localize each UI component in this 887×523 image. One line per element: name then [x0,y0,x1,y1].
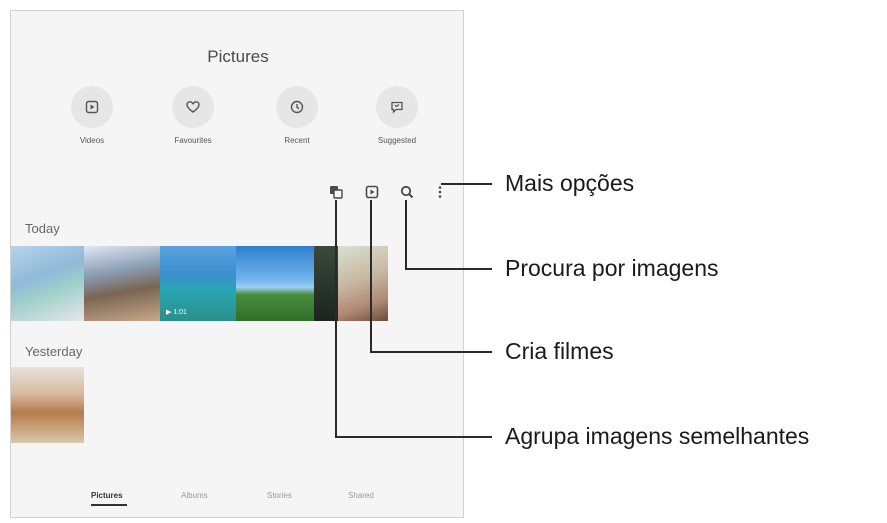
group-similar-icon[interactable] [327,183,345,201]
leader-line [335,200,337,438]
leader-line [335,436,492,438]
quick-recent-button[interactable]: Recent [259,86,335,145]
play-box-icon [71,86,113,128]
callout-group-similar: Agrupa imagens semelhantes [505,423,810,449]
callout-search: Procura por imagens [505,255,719,281]
video-thumbnail[interactable]: ▶ 1:01 [160,246,236,321]
tab-albums[interactable]: Albums [181,491,208,500]
gallery-screen: Pictures Videos Favourites Recent Sugges… [10,10,464,518]
quick-suggested-button[interactable]: Suggested [359,86,435,145]
leader-line [441,183,492,185]
callout-more-options: Mais opções [505,170,635,196]
quick-favourites-button[interactable]: Favourites [155,86,231,145]
clock-icon [276,86,318,128]
tab-shared[interactable]: Shared [348,491,374,500]
more-options-icon[interactable] [431,183,449,201]
photo-thumbnail[interactable] [11,367,84,443]
search-icon[interactable] [398,183,416,201]
create-movie-icon[interactable] [363,183,381,201]
heart-icon [172,86,214,128]
suggested-chat-icon [376,86,418,128]
quick-suggested-label: Suggested [377,136,417,145]
page-title: Pictures [207,47,269,66]
leader-line [370,200,372,353]
photo-thumbnail[interactable] [338,246,388,321]
leader-line [370,351,492,353]
tab-pictures[interactable]: Pictures [91,491,123,500]
quick-videos-label: Videos [79,136,105,145]
video-duration: ▶ 1:01 [166,309,187,316]
quick-recent-label: Recent [284,136,310,145]
section-today-label: Today [25,221,60,236]
section-yesterday-label: Yesterday [25,344,83,359]
photo-thumbnail[interactable] [236,246,314,321]
leader-line [405,268,492,270]
quick-favourites-label: Favourites [174,136,212,145]
leader-line [405,200,407,270]
active-tab-indicator [91,504,127,506]
photo-thumbnail[interactable] [84,246,160,321]
callout-create-movie: Cria filmes [505,338,614,364]
tab-stories[interactable]: Stories [267,491,292,500]
photo-thumbnail[interactable] [11,246,84,321]
quick-videos-button[interactable]: Videos [54,86,130,145]
